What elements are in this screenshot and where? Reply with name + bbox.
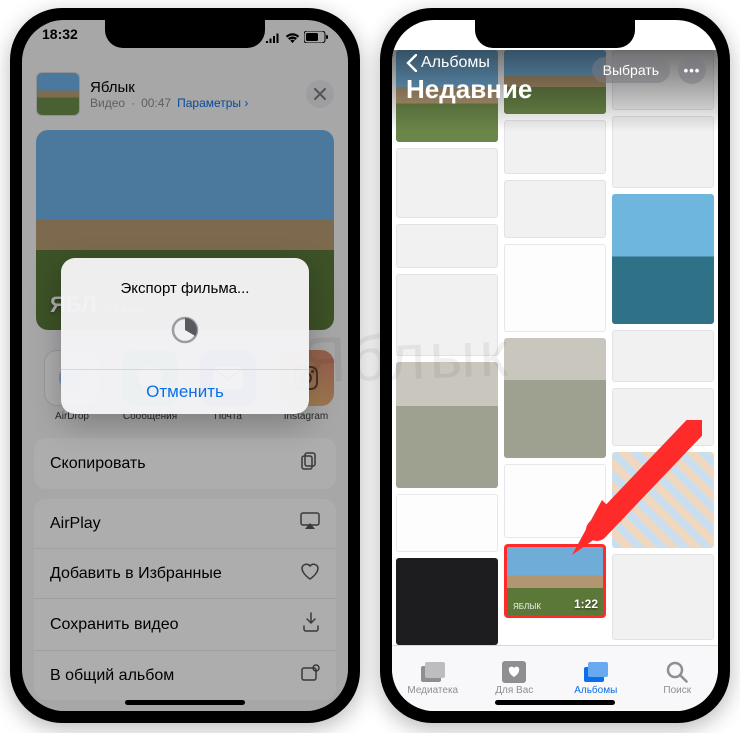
alert-title: Экспорт фильма... [61,258,309,305]
notch [475,20,635,48]
grid-item[interactable] [612,194,714,324]
phone-left: 18:32 Яблык Видео · 00:47 [10,8,360,723]
progress-icon [61,305,309,369]
status-icons [635,26,698,48]
video-duration: 1:22 [574,597,598,611]
more-button[interactable]: ••• [678,56,706,84]
grid-item[interactable] [396,148,498,218]
grid-item[interactable] [504,338,606,458]
home-indicator[interactable] [495,700,615,705]
grid-item[interactable] [612,388,714,446]
grid-item[interactable] [504,244,606,332]
tab-label: Альбомы [574,685,617,696]
tab-label: Поиск [663,685,691,696]
grid-item[interactable] [396,558,498,645]
back-label: Альбомы [421,54,490,72]
screen-left: 18:32 Яблык Видео · 00:47 [22,20,348,711]
grid-item[interactable] [612,554,714,640]
grid-item[interactable] [396,494,498,552]
tab-library[interactable]: Медиатека [392,646,474,711]
grid-item[interactable] [504,180,606,238]
grid-item[interactable] [396,224,498,269]
tab-label: Для Вас [495,685,533,696]
grid-item[interactable] [504,464,606,538]
select-button[interactable]: Выбрать [592,57,670,83]
home-indicator[interactable] [125,700,245,705]
tab-label: Медиатека [407,685,458,696]
export-alert: Экспорт фильма... Отменить [61,258,309,414]
grid-item[interactable] [612,452,714,548]
grid-video-item[interactable]: ЯБЛЫК 1:22 [504,544,606,618]
alert-cancel-button[interactable]: Отменить [61,369,309,414]
status-time: 18:39 [412,26,448,48]
tab-search[interactable]: Поиск [637,646,719,711]
video-meta: ЯБЛЫК [513,602,541,611]
photos-header: Альбомы Недавние Выбрать ••• [392,50,718,132]
grid-item[interactable] [612,330,714,382]
